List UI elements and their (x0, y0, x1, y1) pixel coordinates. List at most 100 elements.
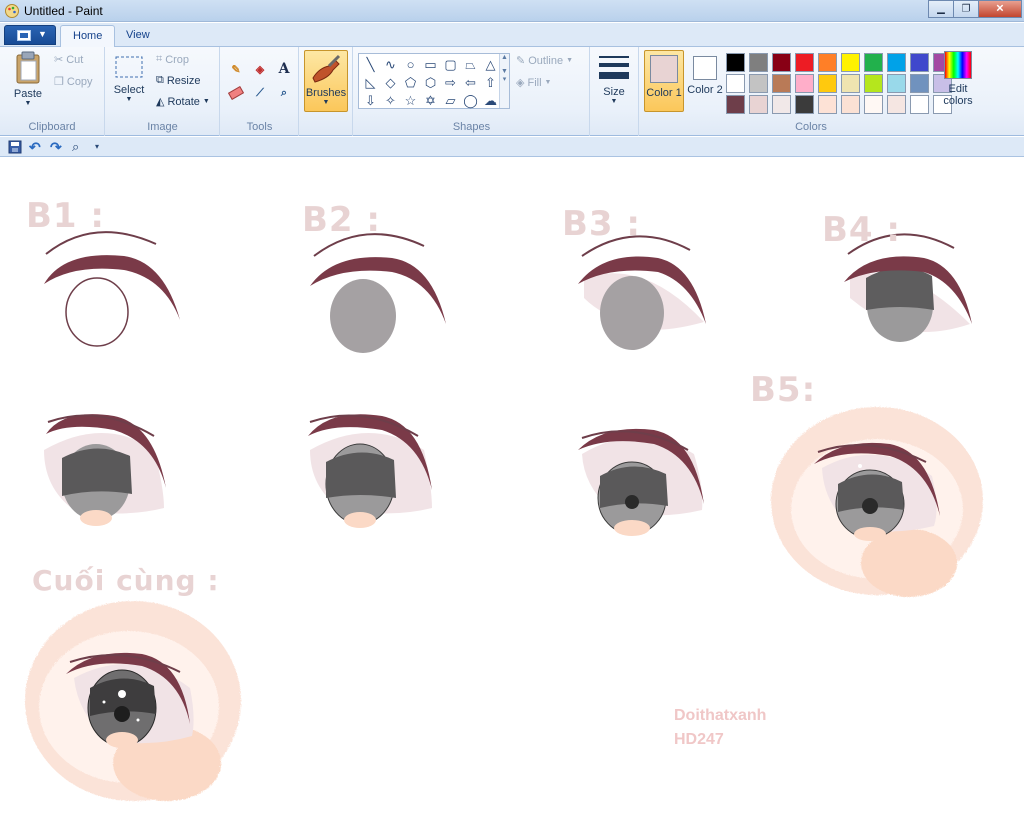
crop-button[interactable]: ⌗ Crop (156, 53, 189, 66)
five-point-star-shape[interactable]: ☆ (401, 92, 420, 109)
select-button[interactable]: Select ▼ (112, 55, 146, 103)
paint-menu-button[interactable]: ▼ (4, 25, 56, 45)
palette-swatch[interactable] (726, 53, 745, 72)
diamond-shape[interactable]: ◇ (381, 74, 400, 91)
shapes-gallery: ╲ ∿ ○ ▭ ▢ ⏢ △ ◺ ◇ ⬠ ⬡ ⇨ ⇦ ⇧ ⇩ ✧ ☆ ✡ ▱ ◯ … (358, 53, 510, 109)
close-button[interactable]: ✕ (978, 0, 1022, 18)
palette-swatch[interactable] (726, 74, 745, 93)
edit-colors-label: Edit colors (943, 83, 973, 107)
label-final: Cuối cùng : (32, 564, 220, 597)
text-tool[interactable]: A (274, 59, 294, 79)
rotate-button[interactable]: ◭ Rotate ▼ (156, 95, 210, 109)
palette-swatch[interactable] (772, 53, 791, 72)
palette-swatch[interactable] (887, 95, 906, 114)
color-picker-tool[interactable]: ⟋ (250, 83, 270, 103)
palette-swatch[interactable] (887, 74, 906, 93)
palette-swatch[interactable] (818, 74, 837, 93)
palette-swatch[interactable] (841, 95, 860, 114)
up-arrow-shape[interactable]: ⇧ (481, 74, 500, 91)
palette-swatch[interactable] (910, 74, 929, 93)
palette-swatch[interactable] (795, 95, 814, 114)
brush-icon (312, 54, 341, 83)
paste-button[interactable]: Paste ▼ (8, 51, 48, 107)
redo-icon[interactable]: ↷ (50, 140, 64, 154)
palette-swatch[interactable] (749, 95, 768, 114)
palette-swatch[interactable] (841, 74, 860, 93)
cut-button[interactable]: ✂ Cut (54, 53, 83, 67)
left-arrow-shape[interactable]: ⇦ (461, 74, 480, 91)
palette-swatch[interactable] (841, 53, 860, 72)
shapes-scrollbar[interactable]: ▲ ▼ ▾ (499, 54, 509, 108)
fill-tool[interactable]: ◈ (250, 59, 270, 79)
palette-swatch[interactable] (795, 74, 814, 93)
palette-swatch[interactable] (772, 74, 791, 93)
fill-button[interactable]: ◈ Fill ▼ (516, 76, 551, 90)
outline-button[interactable]: ✎ Outline ▼ (516, 54, 574, 68)
palette-swatch[interactable] (749, 53, 768, 72)
undo-icon[interactable]: ↶ (29, 140, 43, 154)
minimize-button[interactable]: ▁ (928, 0, 954, 18)
resize-icon: ⧉ (156, 74, 164, 86)
label-b1: B1 : (26, 196, 106, 236)
curve-shape[interactable]: ∿ (381, 56, 400, 73)
palette-swatch[interactable] (864, 53, 883, 72)
palette-swatch[interactable] (749, 74, 768, 93)
canvas-drawing (24, 231, 982, 800)
palette-swatch[interactable] (795, 53, 814, 72)
drawing-canvas[interactable]: B1 : B2 : B3 : B4 : B5: Cuối cùng : Doit… (4, 158, 1024, 840)
pentagon-shape[interactable]: ⬠ (401, 74, 420, 91)
bucket-icon: ◈ (255, 63, 265, 76)
eye-step-row2-2 (308, 414, 432, 528)
oval-callout-shape[interactable]: ◯ (461, 92, 480, 109)
size-label: Size (603, 86, 625, 98)
maximize-button[interactable]: ❐ (953, 0, 979, 18)
cloud-callout-shape[interactable]: ☁ (481, 92, 500, 109)
customize-toolbar-icon[interactable]: ▾ (95, 140, 109, 154)
brushes-label: Brushes (305, 87, 347, 99)
palette-swatch[interactable] (818, 53, 837, 72)
six-point-star-shape[interactable]: ✡ (421, 92, 440, 109)
oval-shape[interactable]: ○ (401, 56, 420, 73)
triangle-shape[interactable]: △ (481, 56, 500, 73)
right-triangle-shape[interactable]: ◺ (361, 74, 380, 91)
copy-button[interactable]: ❐ Copy (54, 75, 93, 89)
brushes-button[interactable]: Brushes ▼ (304, 50, 348, 112)
edit-colors-button[interactable]: Edit colors (938, 51, 978, 107)
rounded-rectangle-shape[interactable]: ▢ (441, 56, 460, 73)
palette-swatch[interactable] (772, 95, 791, 114)
four-point-star-shape[interactable]: ✧ (381, 92, 400, 109)
watermark-line-2: HD247 (674, 731, 724, 748)
rounded-callout-shape[interactable]: ▱ (441, 92, 460, 109)
down-arrow-shape[interactable]: ⇩ (361, 92, 380, 109)
quick-access-toolbar: ↶ ↷ ⌕ ▾ (0, 137, 1024, 157)
magnifier-tool[interactable]: ⌕ (274, 83, 294, 103)
palette-swatch[interactable] (910, 53, 929, 72)
paste-label: Paste (13, 88, 43, 100)
eraser-tool[interactable] (226, 83, 246, 103)
paint-app-icon[interactable] (4, 3, 20, 19)
tab-view[interactable]: View (114, 25, 162, 48)
hexagon-shape[interactable]: ⬡ (421, 74, 440, 91)
chevron-down-icon: ▼ (24, 100, 32, 107)
line-shape[interactable]: ╲ (361, 56, 380, 73)
tab-home[interactable]: Home (60, 25, 116, 48)
pencil-tool[interactable]: ✎ (226, 59, 246, 79)
save-icon[interactable] (8, 140, 22, 154)
palette-swatch[interactable] (726, 95, 745, 114)
chevron-down-icon: ▼ (566, 57, 574, 64)
color1-swatch (650, 55, 678, 83)
palette-swatch[interactable] (864, 95, 883, 114)
palette-swatch[interactable] (864, 74, 883, 93)
zoom-icon[interactable]: ⌕ (72, 140, 86, 154)
resize-button[interactable]: ⧉ Resize (156, 74, 200, 87)
polygon-shape[interactable]: ⏢ (461, 56, 480, 73)
rectangle-shape[interactable]: ▭ (421, 56, 440, 73)
palette-swatch[interactable] (818, 95, 837, 114)
right-arrow-shape[interactable]: ⇨ (441, 74, 460, 91)
palette-swatch[interactable] (910, 95, 929, 114)
label-b5: B5: (750, 370, 817, 410)
color1-button[interactable]: Color 1 (644, 50, 684, 112)
color2-button[interactable]: Color 2 (685, 50, 725, 112)
palette-swatch[interactable] (887, 53, 906, 72)
size-button[interactable]: Size ▼ (596, 53, 632, 105)
